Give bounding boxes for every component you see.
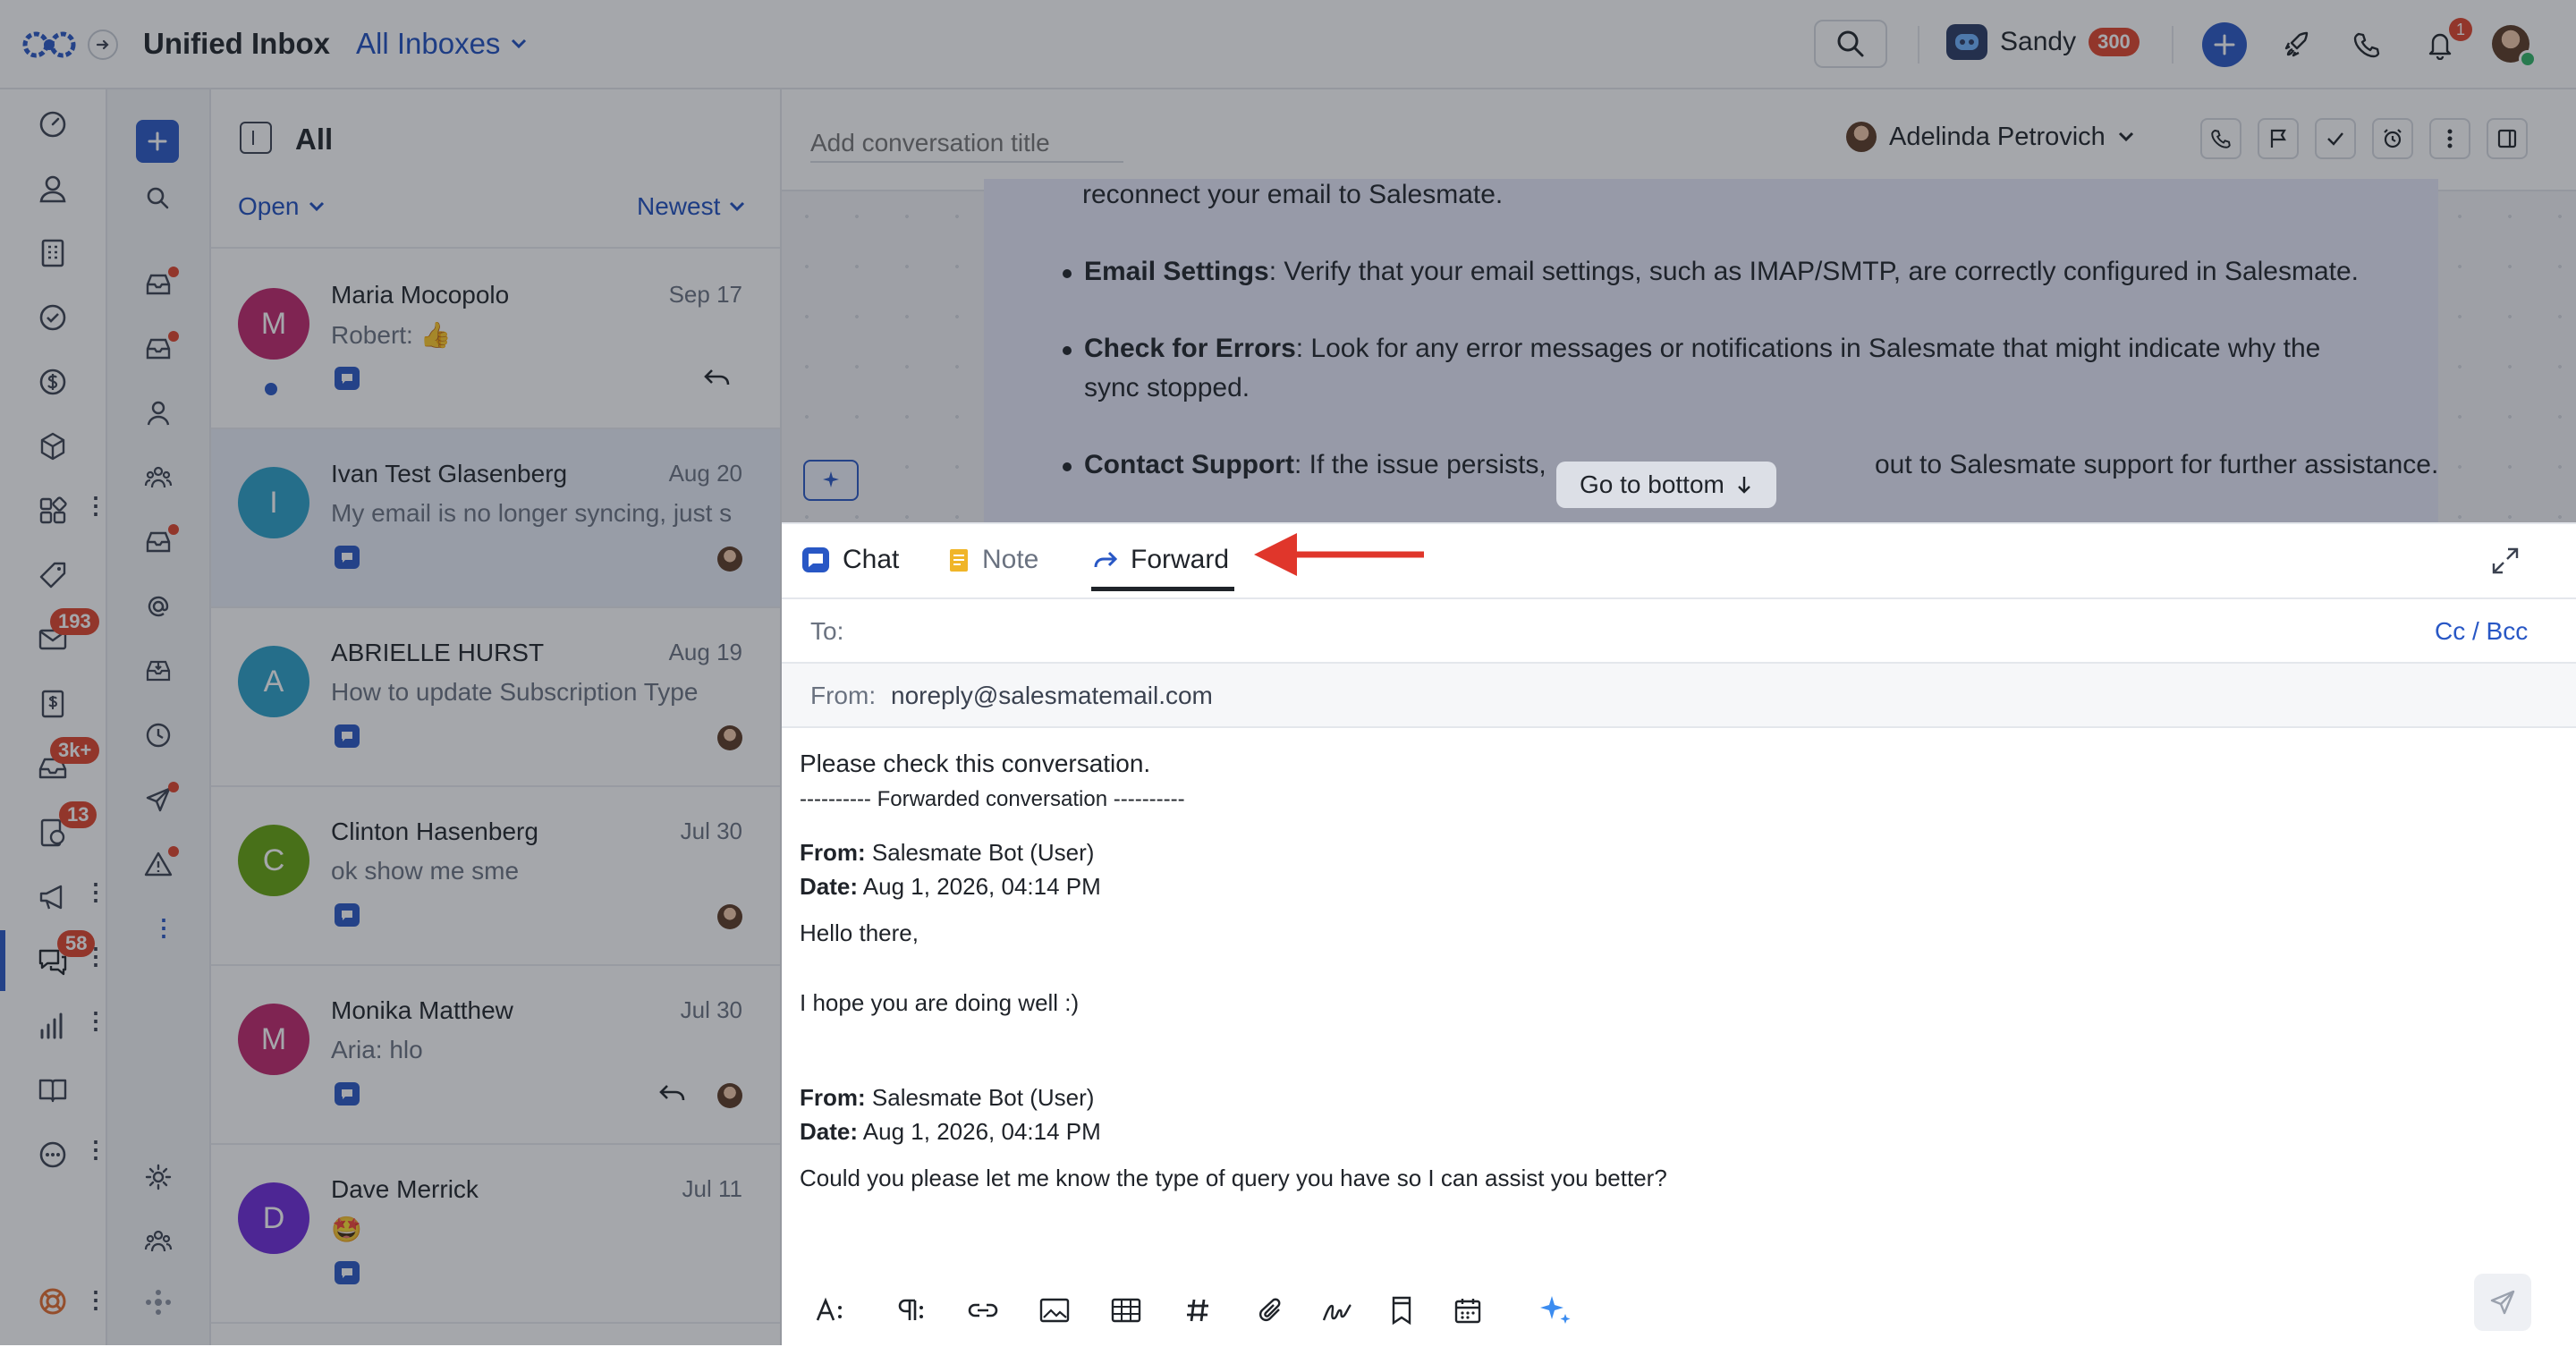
forwarded-date: Date: Aug 1, 2026, 04:14 PM: [800, 873, 1101, 901]
insert-link-button[interactable]: [961, 1288, 1005, 1333]
bookmark-icon: [1392, 1296, 1411, 1326]
tab-forward-label: Forward: [1131, 545, 1230, 574]
date-label: Date:: [800, 1118, 859, 1145]
tab-chat-label: Chat: [843, 545, 900, 574]
table-icon: [1111, 1298, 1141, 1323]
from-email[interactable]: noreply@salesmatemail.com: [891, 682, 1213, 710]
send-icon: [2490, 1290, 2515, 1315]
insert-template-button[interactable]: [1379, 1288, 1424, 1333]
composer-tabs: [782, 524, 2576, 599]
ai-writer-button[interactable]: [1533, 1288, 1578, 1333]
from-value: Salesmate Bot (User): [865, 1084, 1095, 1111]
image-icon: [1039, 1298, 1070, 1323]
to-field-row[interactable]: To: Cc / Bcc: [782, 599, 2576, 664]
forwarded-message-line: I hope you are doing well :): [800, 989, 1080, 1016]
tab-forward[interactable]: Forward: [1093, 540, 1229, 580]
from-label: From:: [800, 1084, 866, 1111]
link-icon: [968, 1303, 998, 1317]
forwarded-from: From: Salesmate Bot (User): [800, 839, 1094, 867]
annotation-arrow: [1250, 529, 1426, 580]
tab-note[interactable]: Note: [948, 540, 1038, 580]
insert-hashtag-button[interactable]: [1175, 1288, 1220, 1333]
tab-chat[interactable]: Chat: [801, 540, 899, 580]
forward-arrow-icon: [1094, 551, 1118, 568]
insert-table-button[interactable]: [1104, 1288, 1148, 1333]
forwarded-date: Date: Aug 1, 2026, 04:14 PM: [800, 1118, 1101, 1146]
chat-icon: [802, 547, 829, 572]
forwarded-from: From: Salesmate Bot (User): [800, 1084, 1094, 1112]
date-label: Date:: [800, 873, 859, 900]
intro-text: Please check this conversation.: [800, 750, 1151, 777]
go-to-bottom-label: Go to bottom: [1580, 470, 1724, 498]
active-tab-indicator: [1091, 587, 1234, 591]
insert-meeting-button[interactable]: [1445, 1288, 1490, 1333]
tab-note-label: Note: [982, 545, 1039, 574]
date-value: Aug 1, 2026, 04:14 PM: [858, 1118, 1101, 1145]
paragraph-icon: [898, 1299, 923, 1320]
insert-image-button[interactable]: [1032, 1288, 1077, 1333]
signature-icon: [1322, 1304, 1352, 1321]
go-to-bottom-button[interactable]: Go to bottom: [1556, 462, 1776, 508]
hashtag-icon: [1187, 1299, 1208, 1322]
calendar-icon: [1454, 1299, 1481, 1324]
arrow-down-icon: [1738, 477, 1750, 494]
from-label: From:: [810, 682, 877, 709]
from-label: From:: [800, 839, 866, 866]
editor-toolbar: [782, 1279, 2576, 1338]
date-value: Aug 1, 2026, 04:14 PM: [858, 873, 1101, 900]
from-field-row[interactable]: From: noreply@salesmatemail.com: [782, 664, 2576, 728]
send-button[interactable]: [2474, 1274, 2531, 1331]
note-icon: [950, 549, 968, 572]
paragraph-format-button[interactable]: [887, 1288, 932, 1333]
forwarded-message-line: Could you please let me know the type of…: [800, 1165, 1667, 1191]
attach-file-button[interactable]: [1249, 1288, 1293, 1333]
cc-bcc-link[interactable]: Cc / Bcc: [2435, 617, 2528, 646]
forwarded-message-line: Hello there,: [800, 919, 919, 946]
forward-separator: ---------- Forwarded conversation ------…: [800, 787, 1185, 811]
to-label: To:: [810, 617, 844, 645]
expand-composer-button[interactable]: [2490, 546, 2521, 576]
font-size-icon: [816, 1297, 842, 1321]
from-value: Salesmate Bot (User): [865, 839, 1095, 866]
insert-signature-button[interactable]: [1315, 1288, 1360, 1333]
paperclip-icon: [1259, 1298, 1281, 1321]
expand-icon: [2492, 547, 2519, 574]
text-format-button[interactable]: [809, 1288, 853, 1333]
sparkle-icon: [1540, 1296, 1571, 1324]
